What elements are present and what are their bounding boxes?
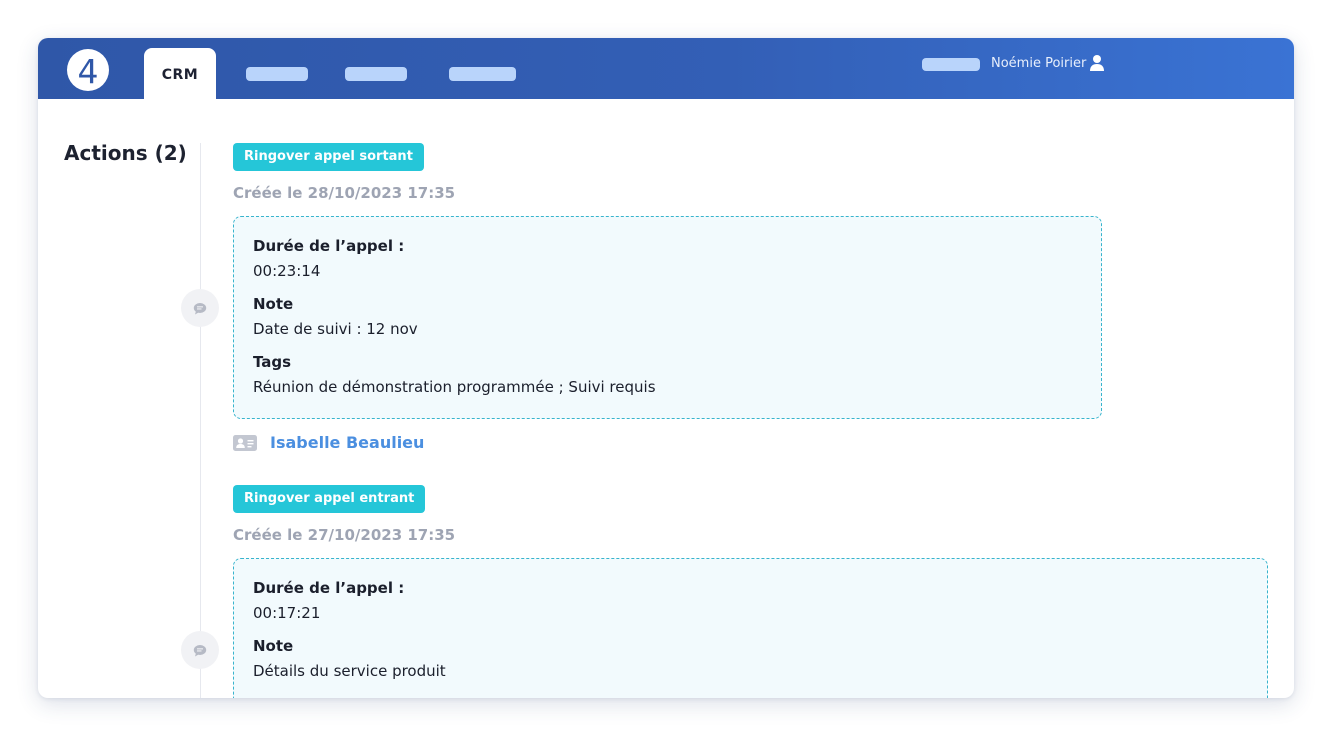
field-value-duration: 00:17:21 [253, 604, 321, 622]
tab-crm[interactable]: CRM [144, 48, 216, 99]
user-icon[interactable] [1089, 54, 1105, 72]
crm-app-window: 4 CRM Noémie Poirier Actions (2) Ringove… [38, 38, 1294, 698]
chat-bubble-icon [193, 302, 207, 314]
call-details-card: Durée de l’appel : 00:23:14 Note Date de… [233, 216, 1102, 419]
user-name[interactable]: Noémie Poirier [991, 55, 1086, 73]
created-date: Créée le 28/10/2023 17:35 [233, 184, 456, 202]
action-item-2: Ringover appel entrant Créée le 27/10/20… [233, 485, 1268, 698]
brand-logo-icon[interactable]: 4 [67, 49, 109, 91]
field-label-tags: Tags [253, 353, 292, 371]
contact-card-icon [233, 435, 257, 451]
tab-placeholder-3[interactable] [449, 67, 516, 81]
contact-link[interactable]: Isabelle Beaulieu [233, 432, 424, 454]
actions-count-title: Actions (2) [64, 141, 187, 165]
user-menu-placeholder[interactable] [922, 58, 980, 71]
call-details-card: Durée de l’appel : 00:17:21 Note Détails… [233, 558, 1268, 698]
chat-bubble-icon [193, 644, 207, 656]
field-label-duration: Durée de l’appel : [253, 237, 405, 255]
field-value-tags: Réunion de démonstration programmée ; Su… [253, 378, 656, 396]
tab-placeholder-1[interactable] [246, 67, 308, 81]
timeline-node-1 [181, 289, 219, 327]
field-label-note: Note [253, 637, 294, 655]
action-item-1: Ringover appel sortant Créée le 28/10/20… [233, 143, 1102, 452]
field-label-duration: Durée de l’appel : [253, 579, 405, 597]
top-navigation-bar: 4 CRM Noémie Poirier [38, 38, 1294, 99]
tab-placeholder-2[interactable] [345, 67, 407, 81]
action-type-badge: Ringover appel entrant [233, 485, 426, 513]
field-label-note: Note [253, 295, 294, 313]
created-date: Créée le 27/10/2023 17:35 [233, 526, 456, 544]
field-value-note: Date de suivi : 12 nov [253, 320, 418, 338]
timeline-line [200, 143, 201, 698]
field-value-note: Détails du service produit [253, 662, 446, 680]
contact-name[interactable]: Isabelle Beaulieu [270, 432, 424, 454]
action-type-badge: Ringover appel sortant [233, 143, 424, 171]
timeline-node-2 [181, 631, 219, 669]
field-value-duration: 00:23:14 [253, 262, 321, 280]
